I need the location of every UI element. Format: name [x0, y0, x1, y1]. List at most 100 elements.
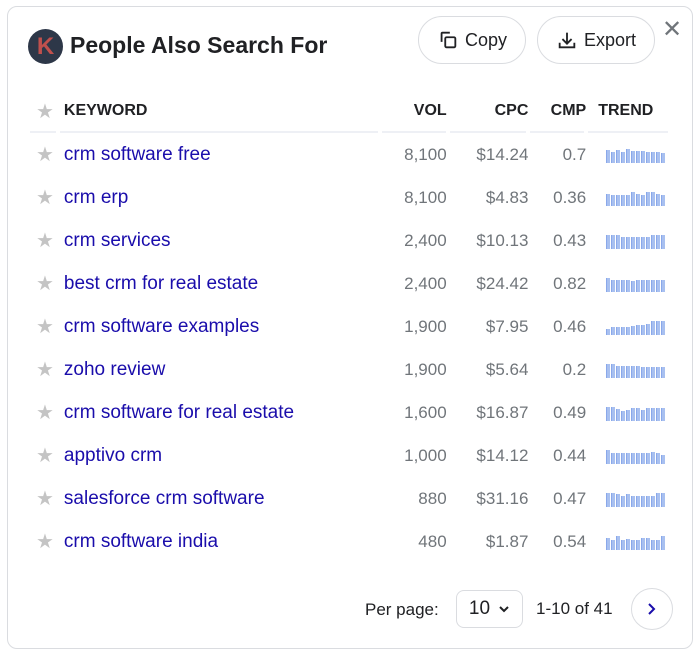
trend-bar	[651, 366, 656, 378]
trend-bar	[616, 535, 621, 550]
trend-bar	[651, 191, 656, 206]
keyword-link[interactable]: crm software india	[60, 531, 379, 553]
trend-cell	[586, 147, 670, 163]
trend-bar	[616, 408, 621, 421]
trend-bar	[651, 495, 656, 507]
star-icon[interactable]: ★	[30, 271, 60, 296]
trend-bar	[626, 409, 631, 421]
trend-bar	[611, 452, 616, 464]
trend-bar	[631, 365, 636, 378]
keyword-link[interactable]: salesforce crm software	[60, 488, 379, 510]
trend-bar	[616, 452, 621, 464]
trend-sparkline[interactable]	[606, 405, 666, 421]
trend-bar	[651, 234, 656, 249]
trend-bar	[656, 539, 661, 550]
column-header-trend: TREND	[598, 102, 654, 119]
trend-bar	[616, 365, 621, 378]
trend-bar	[616, 149, 621, 163]
keyword-link[interactable]: crm software free	[60, 144, 379, 166]
trend-cell	[586, 405, 670, 421]
trend-sparkline[interactable]	[606, 276, 666, 292]
trend-bar	[636, 539, 641, 550]
star-icon[interactable]: ★	[30, 228, 60, 253]
panel-title: People Also Search For	[70, 32, 328, 58]
trend-bar	[656, 151, 661, 163]
trend-sparkline[interactable]	[606, 534, 666, 550]
close-icon[interactable]: ✕	[661, 18, 683, 42]
trend-bar	[641, 452, 646, 464]
star-icon[interactable]: ★	[30, 400, 60, 425]
export-button[interactable]: Export	[537, 16, 655, 64]
per-page-label: Per page:	[365, 600, 439, 619]
trend-bar	[656, 234, 661, 249]
trend-bar	[606, 449, 611, 464]
trend-bar	[646, 279, 651, 292]
keyword-link[interactable]: crm software examples	[60, 316, 379, 338]
trend-sparkline[interactable]	[606, 147, 666, 163]
keyword-link[interactable]: crm erp	[60, 187, 379, 209]
trend-bar	[656, 193, 661, 206]
trend-bar	[621, 365, 626, 378]
keywords-table: ★ KEYWORD VOL CPC CMP TREND ★ crm softwar…	[30, 89, 670, 563]
star-icon[interactable]: ★	[30, 142, 60, 167]
cpc-value: $24.42	[476, 273, 529, 293]
star-icon[interactable]: ★	[30, 486, 60, 511]
cpc-value: $14.24	[476, 144, 529, 164]
trend-cell	[586, 534, 670, 550]
cmp-value: 0.44	[553, 445, 587, 465]
volume-value: 1,000	[404, 445, 447, 465]
trend-bar	[651, 320, 656, 335]
trend-sparkline[interactable]	[606, 319, 666, 335]
column-header-vol[interactable]: VOL	[379, 102, 447, 120]
trend-sparkline[interactable]	[606, 362, 666, 378]
trend-bar	[631, 407, 636, 421]
column-header-keyword[interactable]: KEYWORD	[60, 102, 379, 120]
column-header-cmp[interactable]: CMP	[528, 102, 587, 120]
trend-cell	[586, 319, 670, 335]
trend-bar	[611, 363, 616, 378]
trend-cell	[586, 233, 670, 249]
trend-sparkline[interactable]	[606, 233, 666, 249]
star-icon[interactable]: ★	[30, 314, 60, 339]
table-header-row: ★ KEYWORD VOL CPC CMP TREND	[30, 89, 670, 133]
trend-bar	[661, 535, 666, 550]
trend-bar	[616, 194, 621, 206]
trend-bar	[606, 149, 611, 163]
keyword-link[interactable]: zoho review	[60, 359, 379, 381]
trend-sparkline[interactable]	[606, 448, 666, 464]
star-icon[interactable]: ★	[30, 185, 60, 210]
cmp-value: 0.46	[553, 316, 587, 336]
copy-button[interactable]: Copy	[418, 16, 526, 64]
trend-cell	[586, 362, 670, 378]
trend-sparkline[interactable]	[606, 190, 666, 206]
next-page-button[interactable]	[631, 588, 673, 630]
cmp-value: 0.54	[553, 531, 587, 551]
star-all-icon[interactable]: ★	[30, 99, 60, 124]
volume-value: 8,100	[404, 187, 447, 207]
column-header-cpc[interactable]: CPC	[447, 102, 529, 120]
per-page-select[interactable]: 10	[456, 590, 523, 628]
trend-bar	[621, 495, 626, 507]
trend-sparkline[interactable]	[606, 491, 666, 507]
keywords-everywhere-logo: K	[28, 29, 63, 64]
trend-bar	[656, 366, 661, 378]
star-icon[interactable]: ★	[30, 357, 60, 382]
table-body: ★ crm software free 8,100 $14.24 0.7 ★ crm erp…	[30, 133, 670, 563]
star-icon[interactable]: ★	[30, 529, 60, 554]
keyword-link[interactable]: crm services	[60, 230, 379, 252]
trend-bar	[606, 234, 611, 249]
trend-bar	[636, 236, 641, 249]
keyword-link[interactable]: best crm for real estate	[60, 273, 379, 295]
trend-bar	[661, 454, 666, 464]
logo-letter: K	[36, 32, 55, 60]
keyword-link[interactable]: apptivo crm	[60, 445, 379, 467]
trend-bar	[651, 279, 656, 292]
trend-bar	[611, 492, 616, 507]
keyword-link[interactable]: crm software for real estate	[60, 402, 379, 424]
cmp-value: 0.47	[553, 488, 587, 508]
trend-bar	[631, 325, 636, 335]
trend-bar	[661, 194, 666, 206]
per-page-value: 10	[468, 598, 491, 619]
table-row: ★ crm software for real estate 1,600 $16.87…	[30, 391, 670, 434]
star-icon[interactable]: ★	[30, 443, 60, 468]
